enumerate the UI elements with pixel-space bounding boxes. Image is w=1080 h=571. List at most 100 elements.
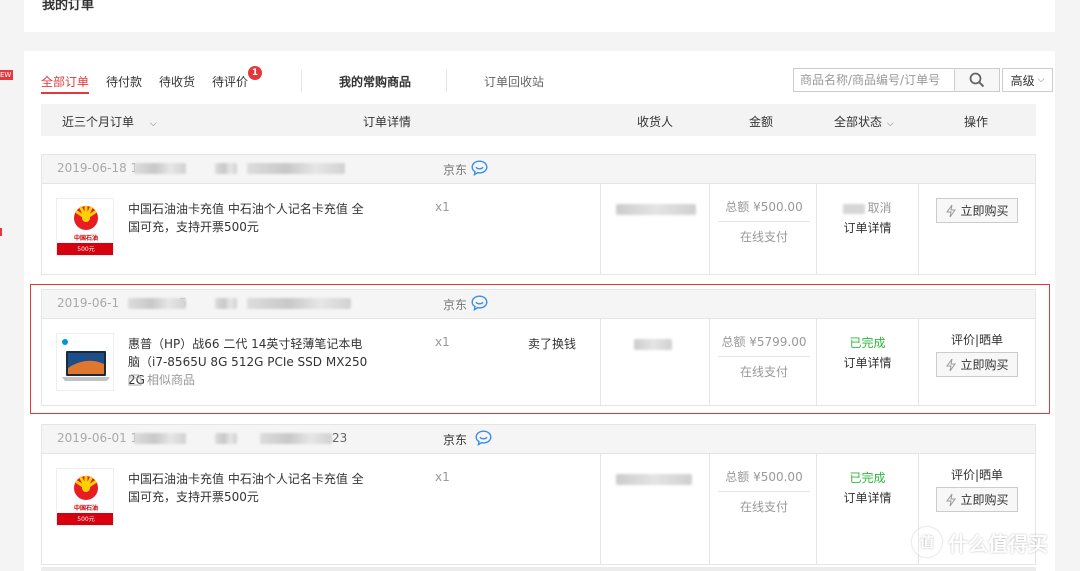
order-status: 已完成	[849, 471, 886, 485]
similar-items-link[interactable]: 相似商品	[128, 371, 195, 388]
orders-table-header: 近三个月订单 ⌵ 订单详情 收货人 金额 全部状态 ⌵ 操作	[41, 104, 1036, 136]
tab-recycle-bin[interactable]: 订单回收站	[484, 73, 544, 90]
product-thumbnail[interactable]: 中国石油 500元	[56, 198, 114, 256]
tab-pending-receipt[interactable]: 待收货	[159, 73, 195, 90]
tab-pending-payment[interactable]: 待付款	[106, 73, 142, 90]
chat-icon[interactable]	[471, 295, 488, 311]
buy-again-label: 立即购买	[960, 358, 1009, 372]
order-operations: 评价|晒单 立即购买	[919, 331, 1035, 377]
buy-again-button[interactable]: 立即购买	[936, 198, 1018, 223]
sell-for-cash-link[interactable]: 卖了换钱	[528, 335, 576, 352]
product-thumbnail[interactable]	[56, 333, 114, 391]
shop-name[interactable]: 京东	[443, 161, 467, 178]
payment-method: 在线支付	[739, 365, 788, 379]
chat-icon[interactable]	[475, 430, 492, 446]
redacted-text	[215, 298, 237, 309]
product-name-link[interactable]: 中国石油油卡充值 中石油个人记名卡充值 全国可充，支持开票500元	[128, 200, 370, 236]
buy-again-button[interactable]: 立即购买	[936, 352, 1018, 377]
shop-name[interactable]: 京东	[443, 431, 467, 448]
order-search-box	[793, 68, 955, 92]
lightning-icon	[946, 358, 957, 371]
tab-pending-review[interactable]: 待评价 1	[212, 66, 263, 90]
order-detail-link[interactable]: 订单详情	[817, 353, 918, 373]
redacted-text	[247, 163, 345, 174]
pending-review-count-badge: 1	[248, 66, 263, 80]
shop-name[interactable]: 京东	[443, 296, 467, 313]
status-filter-dropdown[interactable]: 全部状态 ⌵	[834, 113, 894, 130]
order-date: 2019-06-01 1	[57, 431, 138, 445]
period-filter-label: 近三个月订单	[62, 115, 135, 129]
review-link[interactable]: 评价|晒单	[919, 466, 1035, 483]
redacted-consignee	[616, 204, 696, 215]
product-quantity: x1	[435, 335, 450, 349]
col-consignee: 收货人	[637, 115, 674, 129]
redacted-text	[215, 433, 237, 444]
order-date-text: 2019-06-1	[57, 296, 120, 310]
left-nav-marker	[0, 228, 2, 236]
advanced-search-label: 高级	[1010, 73, 1035, 88]
order-operations: 评价|晒单 立即购买	[919, 466, 1035, 512]
review-link[interactable]: 评价|晒单	[919, 331, 1035, 348]
chevron-down-icon: ⌵	[886, 119, 894, 129]
order-header: 2019-06-18 1 京东	[42, 155, 1035, 184]
page-title: 我的订单	[42, 0, 95, 13]
buy-again-button[interactable]: 立即购买	[936, 487, 1018, 512]
product-quantity: x1	[435, 470, 450, 484]
order-body: 中国石油 500元 中国石油油卡充值 中石油个人记名卡充值 全国可充，支持开票5…	[42, 184, 1035, 274]
order-amount-cell: 总额 ¥5799.00 在线支付	[710, 333, 818, 380]
advanced-search-button[interactable]: 高级 ⌵	[1002, 68, 1053, 92]
amount-divider	[718, 221, 810, 222]
product-thumbnail[interactable]: 中国石油 500元	[56, 468, 114, 526]
redacted-text	[260, 433, 332, 444]
tab-frequent-items[interactable]: 我的常购商品	[339, 73, 411, 90]
search-button[interactable]	[954, 68, 1000, 92]
order-body: 中国石油 500元 中国石油油卡充值 中石油个人记名卡充值 全国可充，支持开票5…	[42, 454, 1035, 564]
column-divider	[600, 454, 601, 564]
lightning-icon	[946, 493, 957, 506]
product-name-link[interactable]: 中国石油油卡充值 中石油个人记名卡充值 全国可充，支持开票500元	[128, 470, 370, 506]
column-divider	[600, 319, 601, 405]
watermark-text: 什么值得买	[948, 531, 1048, 556]
tab-all-orders[interactable]: 全部订单	[41, 73, 90, 94]
tab-divider	[446, 70, 447, 92]
order-amount-cell: 总额 ¥500.00 在线支付	[710, 468, 818, 515]
col-order-detail: 订单详情	[363, 115, 412, 129]
order-detail-link[interactable]: 订单详情	[817, 218, 918, 238]
col-operations: 操作	[964, 115, 989, 129]
status-filter-label: 全部状态	[834, 115, 883, 129]
order-status: 取消	[867, 201, 892, 215]
page-header-card: 我的订单	[24, 0, 1055, 32]
order-amount-cell: 总额 ¥500.00 在线支付	[710, 198, 818, 245]
order-card: 2019-06-01 1 23 京东 中	[41, 424, 1036, 565]
thumb-value-label: 500元	[57, 513, 113, 525]
order-card: 2019-06-15 京东 惠普（HP）战66 二代	[41, 289, 1036, 406]
order-date-text: 2019-06-01	[57, 431, 127, 445]
payment-method: 在线支付	[739, 230, 788, 244]
order-date-text: 2019-06-18	[57, 161, 127, 175]
order-status-cell: 取消 订单详情	[817, 198, 918, 238]
order-status-cell: 已完成 订单详情	[817, 333, 918, 373]
tab-divider	[301, 70, 302, 92]
next-order-edge	[41, 567, 1036, 571]
orders-panel: 全部订单 待付款 待收货 待评价 1 我的常购商品 订单回收站 高级 ⌵ 近三个…	[24, 51, 1055, 571]
product-quantity: x1	[435, 200, 450, 214]
order-card: 2019-06-18 1 京东 中国石油	[41, 154, 1036, 275]
similar-items-label: 相似商品	[147, 373, 196, 387]
new-badge-fragment: EW	[0, 70, 13, 80]
order-search-input[interactable]	[794, 69, 954, 91]
redacted-consignee	[634, 339, 672, 350]
column-divider	[600, 184, 601, 274]
order-operations: 立即购买	[919, 196, 1035, 223]
order-tabs: 全部订单 待付款 待收货 待评价 1 我的常购商品 订单回收站 高级 ⌵	[41, 51, 1053, 101]
thumb-brand-text: 中国石油	[73, 505, 98, 512]
period-filter-dropdown[interactable]: 近三个月订单 ⌵	[62, 113, 157, 130]
order-number-tail: 23	[332, 431, 348, 445]
order-date: 2019-06-18 1	[57, 161, 138, 175]
smzdm-watermark: 值 什么值得买	[912, 527, 1048, 557]
order-detail-link[interactable]: 订单详情	[817, 488, 918, 508]
order-total: 总额 ¥500.00	[725, 200, 803, 214]
order-total: 总额 ¥500.00	[725, 470, 803, 484]
amount-divider	[718, 356, 810, 357]
chat-icon[interactable]	[471, 160, 488, 176]
redacted-order-number	[134, 163, 186, 174]
